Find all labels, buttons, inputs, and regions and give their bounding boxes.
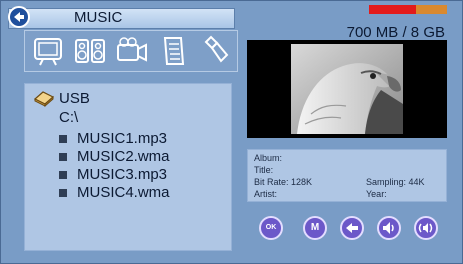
video-camera-icon[interactable] [115, 34, 149, 68]
volume-down-button[interactable] [377, 216, 401, 240]
storage-free-fill [415, 5, 447, 14]
file-bullet-icon [59, 189, 67, 197]
file-name: MUSIC1.mp3 [77, 130, 168, 147]
track-info-panel: Album: Title: Bit Rate: 128K Sampling: 4… [247, 149, 447, 202]
file-bullet-icon [59, 135, 67, 143]
album-art-eagle-image [291, 44, 403, 134]
photo-frame-icon[interactable] [31, 34, 65, 68]
device-label: USB [59, 90, 90, 107]
back-arrow-icon [14, 12, 24, 22]
file-name: MUSIC3.mp3 [77, 166, 168, 183]
year-field: Year: [366, 189, 387, 199]
album-field: Album: [254, 153, 283, 163]
speaker-icon [383, 222, 394, 234]
mode-button[interactable]: M [303, 216, 327, 240]
ok-button[interactable]: OK [259, 216, 283, 240]
sampling-field: Sampling: 44K [366, 177, 425, 187]
playback-controls: OK M [1, 216, 462, 244]
usb-drive-icon [33, 91, 55, 107]
file-bullet-icon [59, 171, 67, 179]
previous-button[interactable] [340, 216, 364, 240]
music-player-screen: MUSIC 700 MB / 8 GB USB C:\ MUSIC1.mp3 M… [0, 0, 463, 264]
usb-stick-icon[interactable] [197, 34, 231, 68]
preview-frame [247, 40, 447, 138]
bit-rate-field: Bit Rate: 128K [254, 177, 313, 187]
category-toolbar [24, 30, 238, 72]
file-bullet-icon [59, 153, 67, 161]
file-name: MUSIC4.wma [77, 184, 170, 201]
storage-used-fill [369, 5, 416, 14]
volume-up-button[interactable] [414, 216, 438, 240]
speaker-loud-icon [418, 223, 433, 233]
document-icon[interactable] [157, 34, 191, 68]
ok-label: OK [265, 224, 277, 231]
title-field: Title: [254, 165, 274, 175]
left-arrow-icon [346, 223, 358, 233]
mode-label: M [310, 222, 320, 233]
current-path: C:\ [59, 109, 79, 126]
storage-text: 700 MB / 8 GB [346, 24, 445, 41]
speakers-icon[interactable] [73, 34, 107, 68]
back-button[interactable] [8, 6, 30, 28]
storage-usage-bar [369, 5, 447, 14]
artist-field: Artist: [254, 189, 278, 199]
page-title: MUSIC [74, 9, 123, 26]
file-name: MUSIC2.wma [77, 148, 170, 165]
